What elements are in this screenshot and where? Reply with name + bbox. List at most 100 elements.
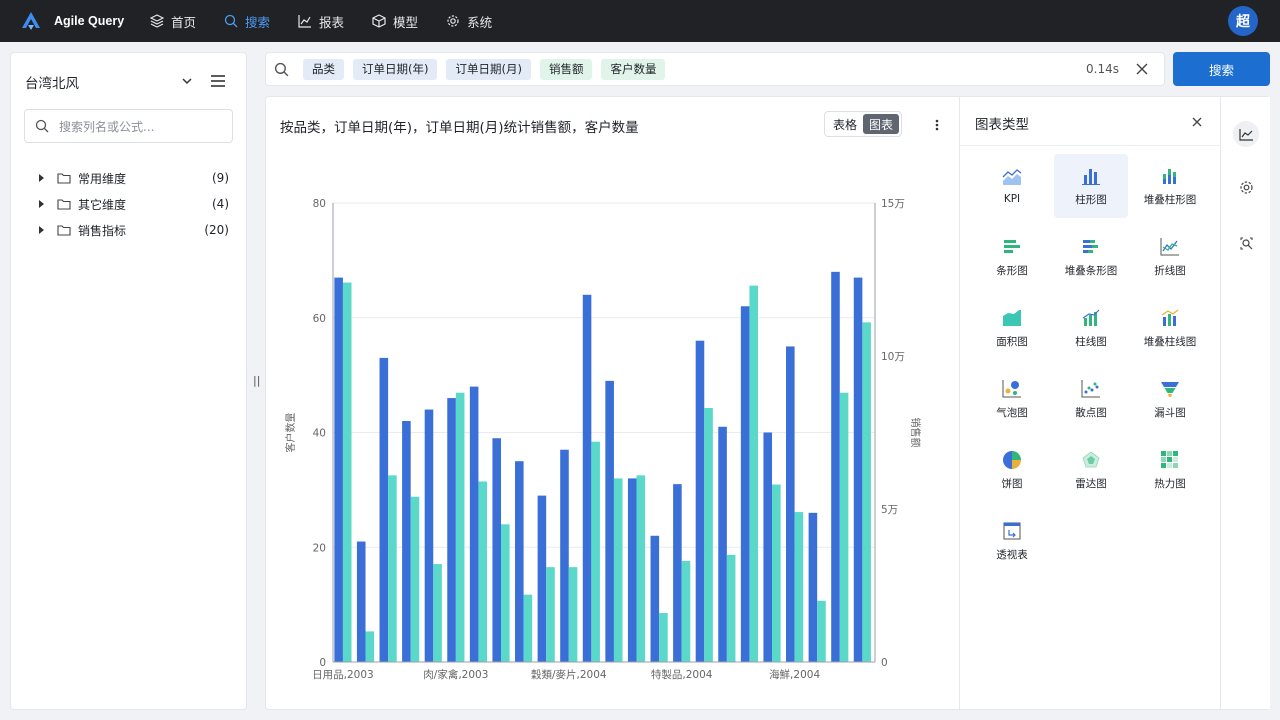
- nav-system[interactable]: 系统: [446, 12, 492, 31]
- bar-customers[interactable]: [808, 512, 818, 662]
- bar-customers[interactable]: [447, 398, 456, 662]
- bar-sales[interactable]: [659, 613, 668, 662]
- bar-sales[interactable]: [862, 322, 871, 662]
- query-chip-measure[interactable]: 销售额: [539, 58, 593, 80]
- search-button[interactable]: 搜索: [1173, 52, 1270, 86]
- query-chip-dimension[interactable]: 品类: [303, 58, 344, 80]
- bar-customers[interactable]: [718, 426, 727, 662]
- bar-sales[interactable]: [523, 594, 533, 662]
- bar-sales[interactable]: [636, 475, 646, 662]
- view-chart-button[interactable]: 图表: [863, 114, 900, 134]
- chart-type-scatter[interactable]: 散点图: [1054, 367, 1128, 431]
- nav-models[interactable]: 模型: [372, 12, 418, 31]
- bar-customers[interactable]: [763, 432, 773, 663]
- chart-type-stacked-column[interactable]: 堆叠柱形图: [1133, 154, 1207, 218]
- caret-right-icon[interactable]: [39, 174, 44, 182]
- chart-type-column[interactable]: 柱形图: [1054, 154, 1128, 218]
- more-options-icon[interactable]: [935, 119, 939, 131]
- tree-group-label: 常用维度: [78, 171, 127, 186]
- bar-customers[interactable]: [650, 535, 660, 662]
- bar-sales[interactable]: [591, 441, 600, 662]
- chart-type-radar[interactable]: 雷达图: [1054, 438, 1128, 502]
- bar-customers[interactable]: [582, 294, 592, 662]
- query-chip-dimension[interactable]: 订单日期(月): [446, 58, 531, 80]
- bar-sales[interactable]: [749, 285, 759, 662]
- bar-sales[interactable]: [681, 561, 691, 662]
- bar-customers[interactable]: [424, 409, 434, 662]
- bar-customers[interactable]: [537, 495, 547, 662]
- chart-type-heatmap[interactable]: 热力图: [1133, 438, 1207, 502]
- nav-reports[interactable]: 报表: [298, 12, 344, 31]
- bar-customers[interactable]: [695, 340, 705, 662]
- bar-sales[interactable]: [726, 554, 736, 662]
- bar-customers[interactable]: [492, 438, 502, 662]
- bar-sales[interactable]: [365, 631, 375, 662]
- tree-group-common-dimensions[interactable]: 常用维度 (9): [39, 165, 229, 191]
- bar-customers[interactable]: [356, 541, 366, 662]
- bar-customers[interactable]: [402, 421, 411, 662]
- user-avatar[interactable]: 超: [1228, 6, 1258, 36]
- inspect-tool-button[interactable]: [1233, 230, 1259, 256]
- bar-sales[interactable]: [613, 478, 623, 662]
- gear-icon: [447, 15, 459, 27]
- bar-sales[interactable]: [388, 475, 397, 662]
- nav-home[interactable]: 首页: [150, 12, 196, 31]
- bar-customers[interactable]: [627, 478, 637, 662]
- chart-type-pie[interactable]: 饼图: [975, 438, 1049, 502]
- close-icon[interactable]: [1136, 63, 1148, 75]
- chart-type-pivot[interactable]: 透视表: [975, 509, 1049, 573]
- chart-type-bar[interactable]: 条形图: [975, 225, 1049, 289]
- panel-resize-handle[interactable]: ||: [253, 374, 260, 387]
- bar-sales[interactable]: [455, 392, 465, 662]
- bar-customers[interactable]: [740, 306, 750, 662]
- chart-type-stacked-bar[interactable]: 堆叠条形图: [1054, 225, 1128, 289]
- bar-sales[interactable]: [794, 512, 804, 662]
- query-chip-measure[interactable]: 客户数量: [601, 58, 666, 80]
- bar-customers[interactable]: [560, 449, 569, 662]
- query-bar[interactable]: 品类 订单日期(年) 订单日期(月) 销售额 客户数量 0.14s: [265, 52, 1165, 86]
- bar-sales[interactable]: [839, 392, 849, 662]
- chart-type-area[interactable]: 面积图: [975, 296, 1049, 360]
- bar-sales[interactable]: [478, 481, 488, 662]
- bar-sales[interactable]: [704, 408, 713, 662]
- caret-right-icon[interactable]: [39, 226, 44, 234]
- bar-customers[interactable]: [334, 277, 343, 662]
- y-left-axis-title: 客户数量: [284, 413, 297, 453]
- close-icon[interactable]: [1192, 117, 1202, 127]
- chart-type-stacked-column-line[interactable]: 堆叠柱线图: [1133, 296, 1207, 360]
- bar-sales[interactable]: [546, 567, 555, 662]
- settings-tool-button[interactable]: [1233, 174, 1259, 200]
- bar-customers[interactable]: [673, 484, 682, 662]
- chart-type-line[interactable]: 折线图: [1133, 225, 1207, 289]
- tree-group-other-dimensions[interactable]: 其它维度 (4): [39, 191, 229, 217]
- chart-type-column-line[interactable]: 柱线图: [1054, 296, 1128, 360]
- bar-customers[interactable]: [853, 277, 863, 662]
- chart-type-kpi[interactable]: KPI: [975, 154, 1049, 218]
- x-tick-label: 肉/家禽,2003: [423, 668, 488, 681]
- query-chip-dimension[interactable]: 订单日期(年): [353, 58, 438, 80]
- tree-group-sales-metrics[interactable]: 销售指标 (20): [39, 217, 229, 243]
- bar-customers[interactable]: [605, 380, 614, 662]
- chart-type-bubble[interactable]: 气泡图: [975, 367, 1049, 431]
- bar-customers[interactable]: [379, 357, 389, 662]
- app-logo[interactable]: Agile Query: [20, 10, 150, 32]
- view-table-button[interactable]: 表格: [827, 114, 863, 134]
- caret-right-icon[interactable]: [39, 200, 44, 208]
- menu-icon[interactable]: [210, 74, 226, 88]
- bar-customers[interactable]: [515, 461, 524, 662]
- chart-type-tool-button[interactable]: [1233, 121, 1259, 147]
- chart-type-funnel[interactable]: 漏斗图: [1133, 367, 1207, 431]
- bar-sales[interactable]: [501, 524, 510, 662]
- bar-customers[interactable]: [786, 346, 795, 662]
- bar-sales[interactable]: [772, 484, 781, 662]
- bar-customers[interactable]: [831, 271, 840, 662]
- bar-customers[interactable]: [469, 386, 479, 662]
- bar-sales[interactable]: [568, 567, 578, 662]
- nav-search[interactable]: 搜索: [224, 12, 270, 31]
- chevron-down-icon[interactable]: [181, 75, 193, 87]
- bar-sales[interactable]: [342, 282, 352, 662]
- bar-sales[interactable]: [817, 600, 826, 662]
- bar-sales[interactable]: [410, 496, 420, 662]
- column-search-input[interactable]: 搜索列名或公式...: [24, 109, 233, 143]
- bar-sales[interactable]: [433, 564, 442, 662]
